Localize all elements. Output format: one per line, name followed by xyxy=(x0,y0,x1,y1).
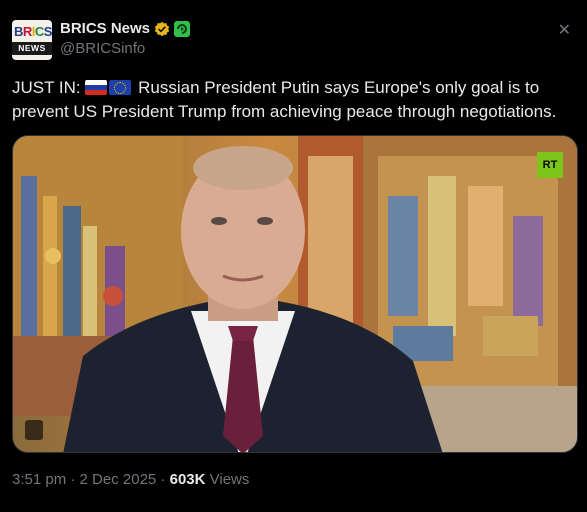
avatar-logo-text: BRICS xyxy=(14,24,52,39)
media-button[interactable] xyxy=(25,420,43,440)
x-icon[interactable]: ✕ xyxy=(558,20,571,40)
eu-flag-icon xyxy=(109,80,132,95)
name-row: BRICS News xyxy=(60,20,191,37)
user-handle[interactable]: @BRICSinfo xyxy=(60,40,145,57)
tweet-meta: 3:51 pm · 2 Dec 2025 · 603K Views xyxy=(12,471,249,488)
avatar-logo-subtext: NEWS xyxy=(12,42,52,55)
tweet-text: JUST IN: Russian President Putin says Eu… xyxy=(12,76,578,124)
tweet-media[interactable]: RT xyxy=(12,135,578,453)
rt-watermark: RT xyxy=(537,152,563,178)
meta-separator: · xyxy=(156,471,170,488)
tweet-header: BRICS NEWS BRICS News @BRICSinfo ✕ xyxy=(12,18,575,62)
views-label: Views xyxy=(205,471,250,488)
tweet-time[interactable]: 3:51 pm xyxy=(12,471,66,488)
media-photo xyxy=(13,136,577,452)
tweet-prefix: JUST IN: xyxy=(12,78,81,97)
russia-flag-icon xyxy=(85,80,108,95)
meta-separator: · xyxy=(66,471,80,488)
tweet-date[interactable]: 2 Dec 2025 xyxy=(80,471,157,488)
verified-badge-icon xyxy=(154,21,170,36)
display-name[interactable]: BRICS News xyxy=(60,20,150,37)
views-count: 603K xyxy=(169,471,206,488)
avatar[interactable]: BRICS NEWS xyxy=(12,20,52,60)
affiliate-badge-icon xyxy=(174,20,191,37)
